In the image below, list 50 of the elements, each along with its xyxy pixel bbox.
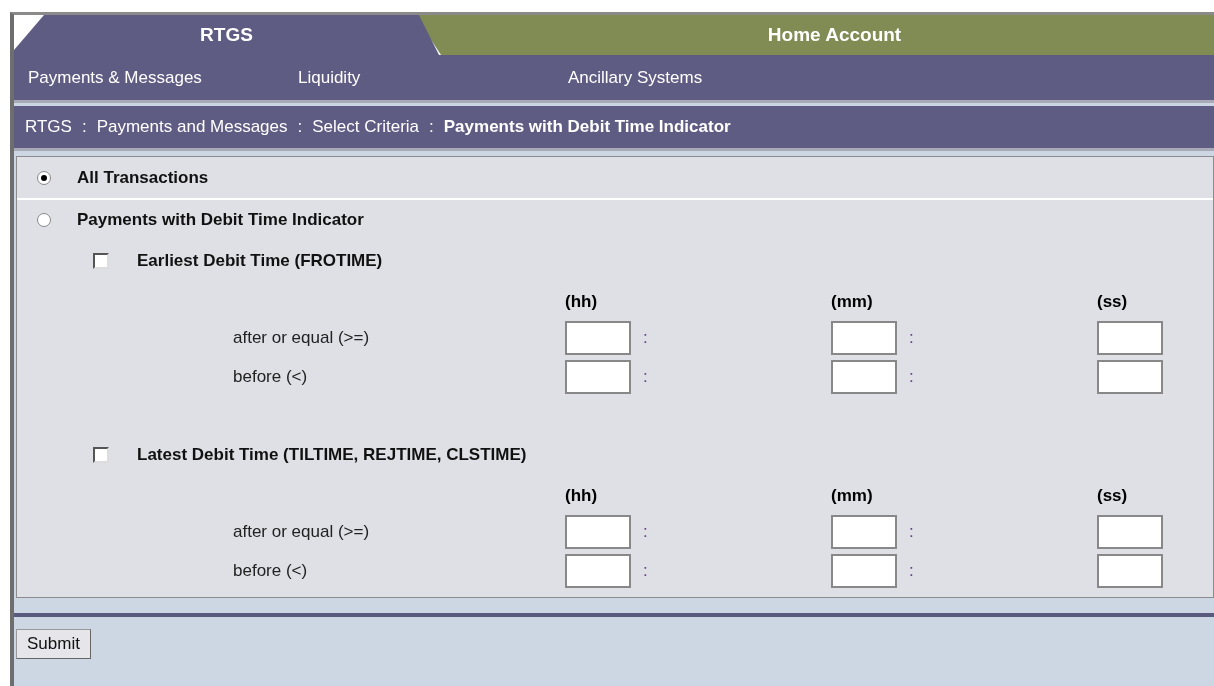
time-field[interactable] <box>831 359 897 394</box>
checkbox[interactable] <box>93 253 109 269</box>
menu-item[interactable]: Liquidity <box>298 67 361 88</box>
breadcrumb-link[interactable]: Payments and Messages <box>96 117 288 137</box>
time-separator: : <box>909 560 914 581</box>
row-label: before (<) <box>232 366 309 387</box>
column-header: (ss) <box>1097 486 1128 506</box>
time-separator: : <box>643 560 648 581</box>
time-field[interactable] <box>565 553 631 588</box>
time-separator: : <box>643 521 648 542</box>
checkbox-label: Latest Debit Time (TILTIME, REJTIME, CLSTIME) <box>137 445 527 465</box>
checkbox-label: Earliest Debit Time (FROTIME) <box>137 251 383 271</box>
menu-item[interactable]: Payments & Messages <box>28 67 202 88</box>
time-separator: : <box>643 366 648 387</box>
column-header: (ss) <box>1097 292 1128 312</box>
time-field[interactable] <box>1097 553 1163 588</box>
time-field[interactable] <box>831 553 897 588</box>
row-label: after or equal (>=) <box>232 327 371 348</box>
time-separator: : <box>909 366 914 387</box>
breadcrumb-separator: : <box>429 117 434 137</box>
column-header: (mm) <box>831 486 873 506</box>
checkbox[interactable] <box>93 447 109 463</box>
time-field[interactable] <box>565 514 631 549</box>
tab[interactable]: RTGS <box>14 15 439 55</box>
option-label: Payments with Debit Time Indicator <box>77 210 364 230</box>
menu-item[interactable]: Ancillary Systems <box>568 67 703 88</box>
time-field[interactable] <box>831 514 897 549</box>
breadcrumb-separator: : <box>297 117 303 137</box>
column-header: (mm) <box>831 292 873 312</box>
time-field[interactable] <box>1097 359 1163 394</box>
submit-button[interactable]: Submit <box>16 629 91 659</box>
radio-button[interactable] <box>37 213 51 227</box>
time-separator: : <box>643 327 648 348</box>
row-label: before (<) <box>232 560 309 581</box>
breadcrumb-separator: : <box>81 117 87 137</box>
radio-button[interactable] <box>37 170 51 185</box>
breadcrumb-current: Payments with Debit Time Indicator <box>443 117 731 137</box>
option-label: All Transactions <box>77 167 209 188</box>
breadcrumb-link[interactable]: RTGS <box>25 117 72 137</box>
column-header: (hh) <box>565 486 598 506</box>
breadcrumb-link[interactable]: Select Criteria <box>312 117 420 137</box>
time-field[interactable] <box>565 359 631 394</box>
row-label: after or equal (>=) <box>232 521 371 542</box>
time-separator: : <box>909 521 914 542</box>
time-separator: : <box>909 327 914 348</box>
time-field[interactable] <box>1097 320 1163 355</box>
time-field[interactable] <box>831 320 897 355</box>
time-field[interactable] <box>1097 514 1163 549</box>
time-field[interactable] <box>565 320 631 355</box>
column-header: (hh) <box>565 292 598 312</box>
